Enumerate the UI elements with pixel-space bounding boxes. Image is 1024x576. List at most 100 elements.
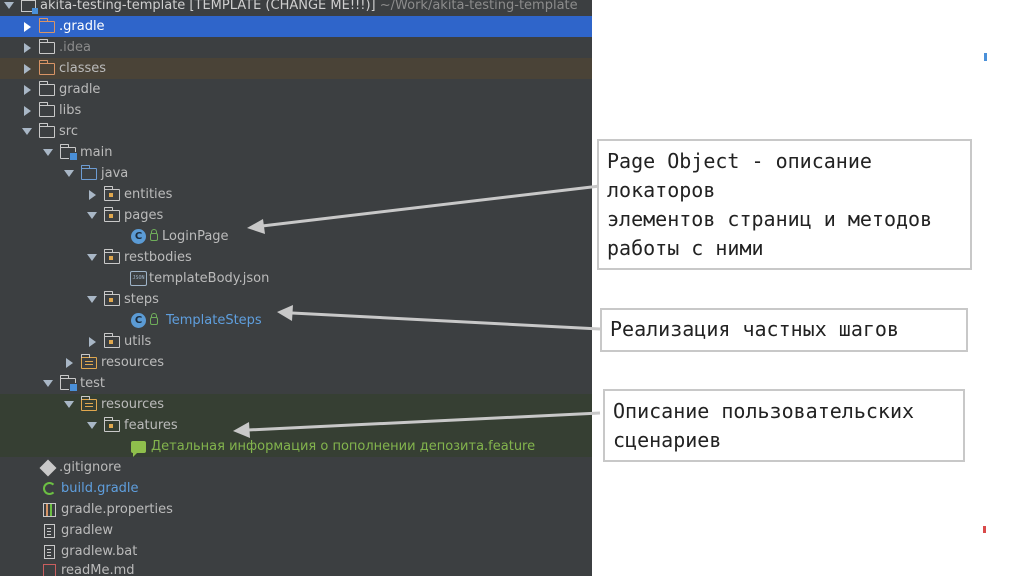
collapse-arrow-icon[interactable]: [86, 420, 98, 432]
tree-label: build.gradle: [61, 481, 139, 496]
lock-icon: [150, 312, 158, 325]
expand-arrow-icon[interactable]: [21, 42, 33, 54]
tree-label: resources: [101, 397, 165, 412]
tree-label: resources: [101, 355, 165, 370]
annotation-scenarios: Описание пользовательских сценариев: [603, 389, 965, 462]
collapse-arrow-icon[interactable]: [21, 126, 33, 138]
tree-row-template-body[interactable]: JSON templateBody.json: [0, 268, 592, 289]
tree-label: .gitignore: [59, 460, 122, 475]
tree-row-gitignore[interactable]: .gitignore: [0, 457, 592, 478]
expand-arrow-icon[interactable]: [3, 0, 15, 12]
collapse-arrow-icon[interactable]: [63, 399, 75, 411]
tree-row-project-root[interactable]: akita-testing-template [TEMPLATE (CHANGE…: [0, 0, 592, 16]
tree-row-java-dir[interactable]: java: [0, 163, 592, 184]
json-file-icon: JSON: [130, 271, 147, 286]
properties-file-icon: [43, 502, 56, 517]
tree-label: java: [101, 166, 129, 181]
tree-row-main-dir[interactable]: main: [0, 142, 592, 163]
annotation-line: элементов страниц и методов: [607, 207, 933, 231]
expand-arrow-icon[interactable]: [21, 63, 33, 75]
tree-row-readme[interactable]: readMe.md: [0, 560, 592, 576]
folder-icon: [38, 80, 55, 96]
folder-icon: [38, 122, 55, 138]
expand-arrow-icon[interactable]: [86, 336, 98, 348]
tree-row-features-dir[interactable]: features: [0, 415, 592, 436]
tree-label: TemplateSteps: [166, 313, 262, 328]
tree-row-gradle-folder[interactable]: gradle: [0, 79, 592, 100]
project-tree-panel: akita-testing-template [TEMPLATE (CHANGE…: [0, 0, 592, 576]
collapse-arrow-icon[interactable]: [42, 147, 54, 159]
java-class-icon: C: [131, 313, 146, 328]
tree-label: classes: [59, 61, 107, 76]
tree-row-build-gradle[interactable]: build.gradle: [0, 478, 592, 499]
tree-row-login-page[interactable]: C LoginPage: [0, 226, 592, 247]
tree-label: LoginPage: [162, 229, 229, 244]
test-resources-folder-icon: [80, 395, 97, 411]
tree-row-classes-dir[interactable]: classes: [0, 58, 592, 79]
module-folder-icon: [59, 143, 78, 161]
tree-label: .gradle: [59, 19, 105, 34]
folder-icon: [38, 101, 55, 117]
project-folder-icon: [21, 0, 38, 14]
tree-row-template-steps[interactable]: C TemplateSteps: [0, 310, 592, 331]
tree-label: .idea: [59, 40, 91, 55]
tree-row-test-dir[interactable]: test: [0, 373, 592, 394]
tree-label: main: [80, 145, 113, 160]
tree-row-gradle-properties[interactable]: gradle.properties: [0, 499, 592, 520]
expand-arrow-icon[interactable]: [86, 189, 98, 201]
annotation-steps: Реализация частных шагов: [600, 308, 968, 352]
tree-row-pages-package[interactable]: pages: [0, 205, 592, 226]
expand-arrow-icon[interactable]: [63, 357, 75, 369]
collapse-arrow-icon[interactable]: [63, 168, 75, 180]
tree-row-idea-dir[interactable]: .idea: [0, 37, 592, 58]
tree-row-main-resources[interactable]: resources: [0, 352, 592, 373]
tree-row-restbodies-package[interactable]: restbodies: [0, 247, 592, 268]
collapse-arrow-icon[interactable]: [86, 252, 98, 264]
package-icon: [103, 185, 120, 201]
annotation-line: локаторов: [607, 178, 716, 202]
tree-label: libs: [59, 103, 82, 118]
tree-label: utils: [124, 334, 152, 349]
tree-row-entities-package[interactable]: entities: [0, 184, 592, 205]
tree-label: readMe.md: [61, 563, 135, 576]
tree-row-utils-package[interactable]: utils: [0, 331, 592, 352]
text-file-icon: [44, 544, 55, 559]
source-folder-icon: [80, 164, 97, 180]
package-icon: [103, 416, 120, 432]
gradle-icon: [43, 482, 56, 495]
expand-arrow-icon[interactable]: [21, 21, 33, 33]
tree-row-libs-dir[interactable]: libs: [0, 100, 592, 121]
tree-row-gradlew-bat[interactable]: gradlew.bat: [0, 541, 592, 562]
expand-arrow-icon[interactable]: [21, 105, 33, 117]
collapse-arrow-icon[interactable]: [86, 294, 98, 306]
tree-row-steps-package[interactable]: steps: [0, 289, 592, 310]
resources-folder-icon: [80, 353, 97, 369]
expand-arrow-icon[interactable]: [21, 84, 33, 96]
project-name: akita-testing-template [TEMPLATE (CHANGE…: [40, 0, 376, 13]
tree-label: steps: [124, 292, 159, 307]
text-file-icon: [44, 523, 55, 538]
tree-row-gradlew[interactable]: gradlew: [0, 520, 592, 541]
feature-file-icon: [131, 440, 146, 457]
collapse-arrow-icon[interactable]: [86, 210, 98, 222]
tree-label: restbodies: [124, 250, 192, 265]
tree-label: gradlew.bat: [61, 544, 138, 559]
excluded-folder-icon: [38, 59, 55, 75]
decorative-mark: [983, 526, 986, 533]
folder-icon: [38, 38, 55, 54]
tree-row-src-dir[interactable]: src: [0, 121, 592, 142]
annotation-line: сценариев: [613, 428, 722, 452]
java-class-icon: C: [131, 229, 146, 244]
tree-row-gradle-dir[interactable]: .gradle: [0, 16, 592, 37]
tree-label: gradlew: [61, 523, 114, 538]
tree-label: features: [124, 418, 178, 433]
annotation-line: Описание пользовательских: [613, 399, 915, 423]
tree-row-feature-file[interactable]: Детальная информация о пополнении депози…: [0, 436, 592, 457]
package-icon: [103, 206, 120, 222]
tree-row-test-resources[interactable]: resources: [0, 394, 592, 415]
collapse-arrow-icon[interactable]: [42, 378, 54, 390]
tree-label: entities: [124, 187, 173, 202]
annotation-line: Page Object - описание: [607, 149, 872, 173]
package-icon: [103, 248, 120, 264]
tree-label: test: [80, 376, 105, 391]
